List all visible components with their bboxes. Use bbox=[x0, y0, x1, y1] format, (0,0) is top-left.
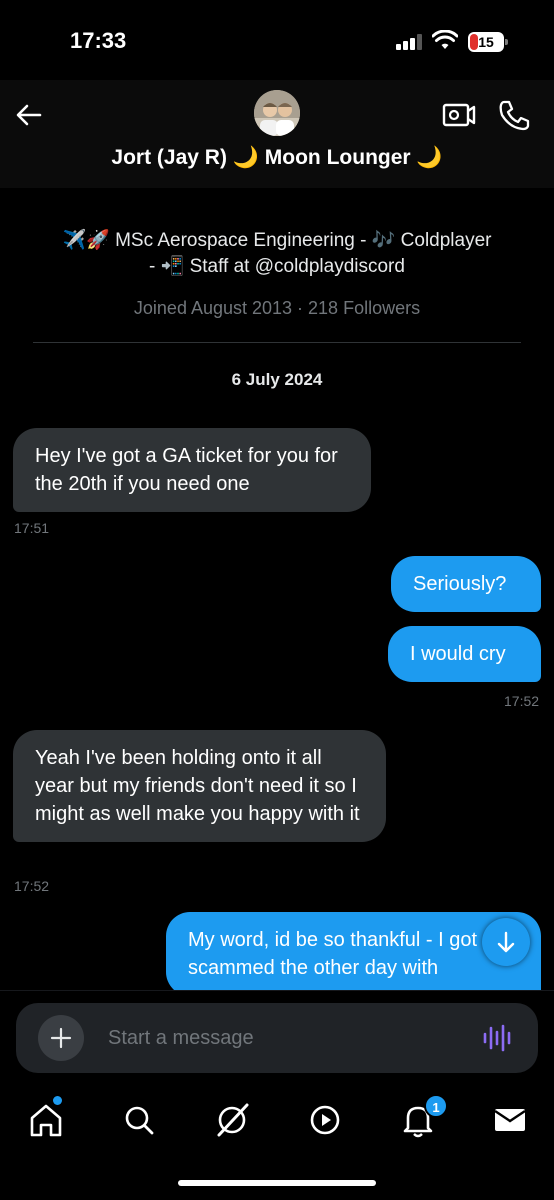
avatar[interactable] bbox=[254, 90, 300, 136]
message-input[interactable] bbox=[108, 1017, 458, 1059]
arrow-down-icon bbox=[497, 931, 515, 953]
arrow-left-icon[interactable] bbox=[12, 98, 46, 132]
phone-icon[interactable] bbox=[496, 98, 532, 132]
add-media-button[interactable] bbox=[38, 1015, 84, 1061]
bio-line-2: - 📲 Staff at @coldplaydiscord bbox=[149, 256, 405, 277]
message-text: Yeah I've been holding onto it all year … bbox=[35, 747, 360, 825]
joined-info: Joined August 2013 · 218 Followers bbox=[133, 298, 421, 318]
voice-wave-icon[interactable] bbox=[482, 1023, 514, 1053]
battery-icon: 15 bbox=[468, 32, 508, 52]
battery-level: 15 bbox=[478, 34, 494, 50]
profile-bio: ✈️🚀 MSc Aerospace Engineering - 🎶 Coldpl… bbox=[30, 228, 524, 280]
message-bubble-incoming[interactable]: Yeah I've been holding onto it all year … bbox=[13, 730, 386, 842]
conversation-header: Jort (Jay R) 🌙 Moon Lounger 🌙 bbox=[0, 80, 554, 188]
home-icon[interactable] bbox=[24, 1098, 68, 1142]
status-time: 17:33 bbox=[70, 28, 127, 53]
message-text: Seriously? bbox=[413, 573, 507, 595]
mail-icon[interactable] bbox=[488, 1098, 532, 1142]
wifi-icon bbox=[432, 30, 458, 49]
date-separator: 6 July 2024 bbox=[231, 370, 323, 389]
search-icon[interactable] bbox=[117, 1098, 161, 1142]
message-text: I would cry bbox=[410, 643, 506, 665]
contact-name[interactable]: Jort (Jay R) 🌙 Moon Lounger 🌙 bbox=[0, 146, 554, 170]
notification-badge: 1 bbox=[424, 1094, 448, 1118]
video-icon[interactable] bbox=[440, 98, 476, 132]
video-play-icon[interactable] bbox=[303, 1098, 347, 1142]
message-bubble-outgoing[interactable]: I would cry bbox=[388, 626, 541, 682]
message-time: 17:51 bbox=[14, 520, 50, 536]
bio-line-1: ✈️🚀 MSc Aerospace Engineering - 🎶 Coldpl… bbox=[62, 230, 492, 251]
home-indicator bbox=[178, 1180, 376, 1186]
composer-area bbox=[0, 990, 554, 1084]
message-time: 17:52 bbox=[504, 693, 540, 709]
divider bbox=[33, 342, 521, 343]
message-text: My word, id be so thankful - I got scamm… bbox=[188, 929, 478, 979]
status-bar: 17:33 15 bbox=[0, 0, 554, 80]
home-unread-dot bbox=[53, 1096, 62, 1105]
message-bubble-incoming[interactable]: Hey I've got a GA ticket for you for the… bbox=[13, 428, 371, 512]
scroll-to-bottom-button[interactable] bbox=[482, 918, 530, 966]
message-time: 17:52 bbox=[14, 878, 50, 894]
signal-icon bbox=[396, 34, 426, 50]
grok-icon[interactable] bbox=[210, 1098, 254, 1142]
message-bubble-outgoing[interactable]: Seriously? bbox=[391, 556, 541, 612]
message-text: Hey I've got a GA ticket for you for the… bbox=[35, 445, 338, 495]
message-composer bbox=[16, 1003, 538, 1073]
plus-icon bbox=[50, 1027, 72, 1049]
